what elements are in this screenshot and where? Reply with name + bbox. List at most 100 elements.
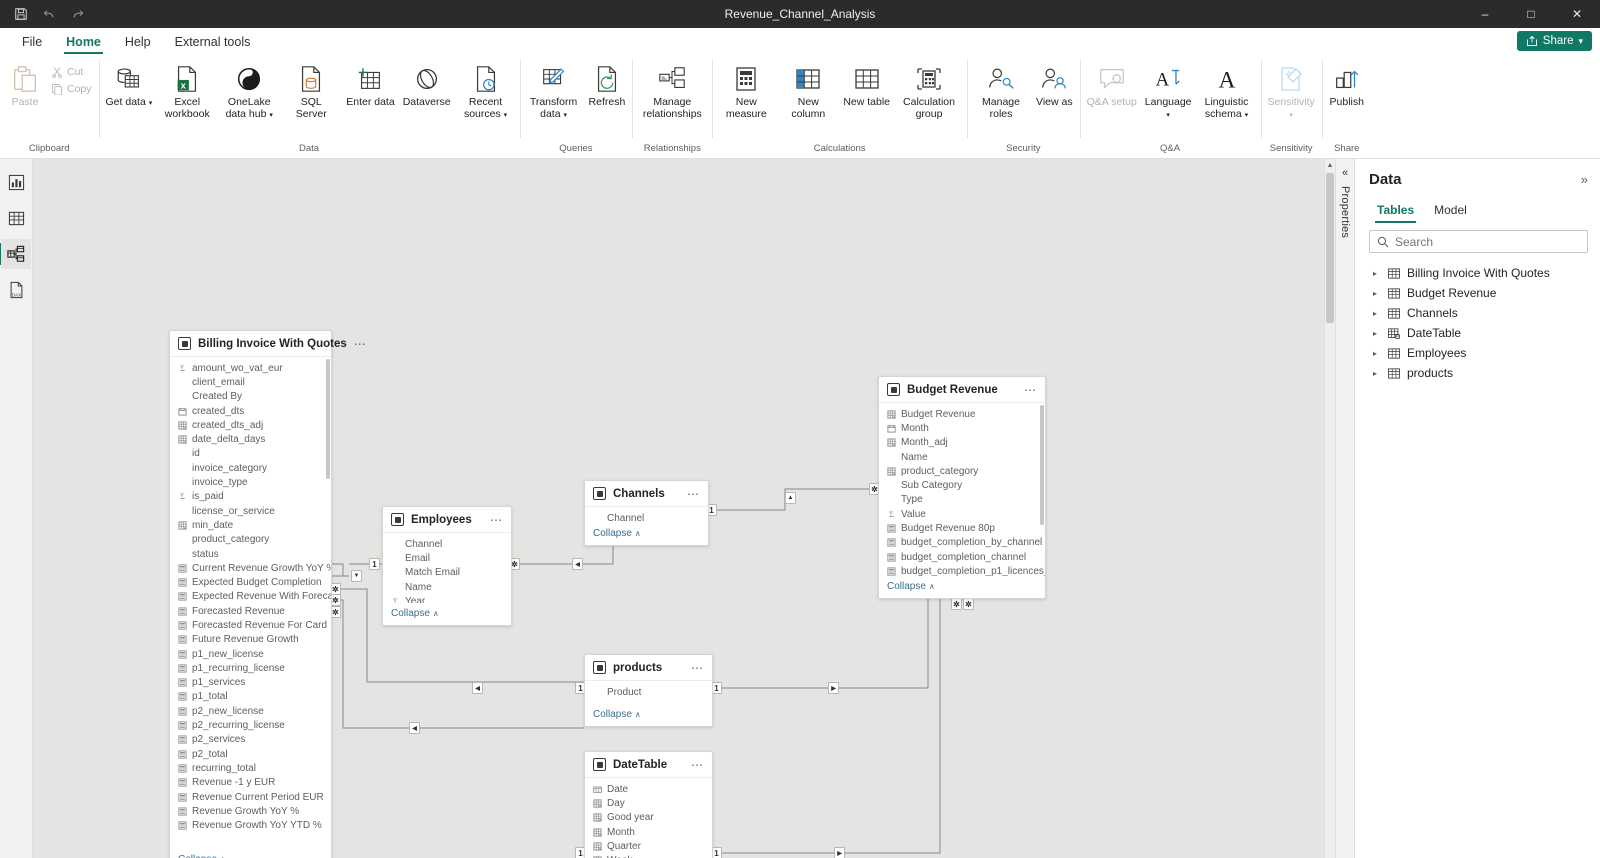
table-field-row[interactable]: Revenue Growth YoY YTD % — [170, 819, 331, 833]
properties-pane-collapsed[interactable]: « Properties — [1335, 159, 1354, 858]
minimize-button[interactable]: – — [1462, 0, 1508, 28]
table-field-row[interactable]: min_date — [170, 518, 331, 532]
refresh-button[interactable]: Refresh — [585, 59, 630, 108]
table-field-row[interactable]: invoice_category — [170, 461, 331, 475]
table-card-header[interactable]: products ⋯ — [585, 655, 712, 681]
table-field-row[interactable]: p1_total — [170, 690, 331, 704]
search-box[interactable] — [1369, 230, 1588, 253]
table-field-row[interactable]: Quarter — [585, 839, 712, 853]
model-table-card[interactable]: Billing Invoice With Quotes ⋯ Σamount_wo_v… — [169, 330, 366, 858]
save-icon[interactable] — [8, 3, 34, 25]
get-data-button[interactable]: Get data ▾ — [102, 59, 157, 108]
model-table-card[interactable]: Employees ⋯ Channel Email Match Email Name Σ Ye… — [382, 506, 512, 626]
enter-data-button[interactable]: Enter data — [342, 59, 398, 108]
cross-filter-arrow-icon[interactable]: ◀ — [409, 722, 420, 734]
table-field-row[interactable]: Future Revenue Growth — [170, 633, 331, 647]
maximize-button[interactable]: □ — [1508, 0, 1554, 28]
table-card-header[interactable]: Billing Invoice With Quotes ⋯ — [170, 331, 366, 357]
cross-filter-arrow-icon[interactable]: ◀ — [572, 558, 583, 570]
collapse-table-button[interactable]: Collapse∧ — [879, 576, 1045, 598]
more-options-icon[interactable]: ⋯ — [354, 338, 367, 350]
data-pane-table-item[interactable]: ▸ Billing Invoice With Quotes — [1355, 263, 1600, 283]
tab-tables[interactable]: Tables — [1369, 200, 1422, 223]
excel-workbook-button[interactable]: x Excel workbook — [156, 59, 218, 120]
table-field-row[interactable]: Name — [383, 580, 511, 594]
table-field-row[interactable]: Day — [585, 796, 712, 810]
new-table-button[interactable]: New table — [839, 59, 894, 108]
more-options-icon[interactable]: ⋯ — [687, 488, 700, 500]
cardinality-badge[interactable]: 1 — [369, 558, 380, 570]
table-field-row[interactable]: p2_new_license — [170, 704, 331, 718]
cross-filter-arrow-icon[interactable]: ▶ — [828, 682, 839, 694]
model-table-card[interactable]: DateTable ⋯ Date Day Good year Month QuarterWe… — [584, 751, 713, 858]
table-card-scrollbar[interactable] — [1040, 405, 1044, 576]
table-field-row[interactable]: budget_completion_p1_licences_new — [879, 564, 1045, 576]
table-field-row[interactable]: Current Revenue Growth YoY % — [170, 561, 331, 575]
cross-filter-arrow-icon[interactable]: ▼ — [351, 570, 362, 582]
paste-button[interactable]: Paste — [3, 59, 47, 108]
model-table-card[interactable]: products ⋯ Product Collapse ∧ — [584, 654, 713, 727]
table-field-row[interactable]: Expected Revenue With Forecast — [170, 590, 331, 604]
canvas-vertical-scrollbar[interactable]: ▲ ▼ — [1324, 159, 1335, 858]
table-field-row[interactable]: Month_adj — [879, 436, 1045, 450]
scrollbar-thumb[interactable] — [326, 359, 330, 479]
cardinality-badge[interactable]: ✲ — [963, 598, 974, 610]
view-as-button[interactable]: View as — [1032, 59, 1077, 108]
table-field-row[interactable]: Email — [383, 551, 511, 565]
table-field-row[interactable]: recurring_total — [170, 761, 331, 775]
table-field-row[interactable]: Month — [585, 825, 712, 839]
collapse-table-button[interactable]: Collapse∧ — [585, 523, 708, 545]
chevron-double-left-icon[interactable]: « — [1342, 167, 1348, 179]
sql-server-button[interactable]: SQL Server — [280, 59, 342, 120]
canvas-surface[interactable]: 1 ▼ ✲ ✲ ✲ ✲ ◀ 1 ▲ ✲ ✲ ✲ 1 ◀ 1 ▶ ◀ 1 1 ▶ … — [33, 159, 1335, 858]
more-options-icon[interactable]: ⋯ — [1024, 384, 1037, 396]
chevron-right-icon[interactable]: ▸ — [1373, 269, 1381, 278]
table-field-row[interactable]: Type — [879, 493, 1045, 507]
table-field-row[interactable]: p2_services — [170, 733, 331, 747]
tab-home[interactable]: Home — [54, 32, 113, 54]
onelake-data-hub-button[interactable]: OneLake data hub ▾ — [218, 59, 280, 120]
table-field-row[interactable]: p2_recurring_license — [170, 718, 331, 732]
more-options-icon[interactable]: ⋯ — [691, 759, 704, 771]
table-field-row[interactable]: p1_services — [170, 676, 331, 690]
table-field-row[interactable]: Product — [585, 685, 712, 699]
table-field-row[interactable]: Channel — [383, 537, 511, 551]
table-field-row[interactable]: product_category — [170, 533, 331, 547]
cardinality-badge[interactable]: ✲ — [951, 598, 962, 610]
transform-data-button[interactable]: Transform data ▾ — [523, 59, 585, 120]
table-field-row[interactable]: Revenue -1 y EUR — [170, 776, 331, 790]
redo-icon[interactable] — [64, 3, 90, 25]
table-card-header[interactable]: DateTable ⋯ — [585, 752, 712, 778]
table-field-row[interactable]: id — [170, 447, 331, 461]
undo-icon[interactable] — [36, 3, 62, 25]
chevron-right-icon[interactable]: ▸ — [1373, 369, 1381, 378]
data-pane-table-item[interactable]: ▸ products — [1355, 363, 1600, 383]
manage-relationships-button[interactable]: Manage relationships — [635, 59, 709, 120]
sidebar-item-report-view[interactable] — [1, 167, 31, 197]
table-field-row[interactable]: client_email — [170, 375, 331, 389]
chevron-right-icon[interactable]: ▸ — [1373, 289, 1381, 298]
language-button[interactable]: A Language ▾ — [1141, 59, 1196, 120]
table-field-row[interactable]: p2_total — [170, 747, 331, 761]
collapse-table-button[interactable]: Collapse∧ — [170, 849, 331, 858]
recent-sources-button[interactable]: Recent sources ▾ — [455, 59, 517, 120]
table-field-row[interactable]: Channel — [585, 511, 708, 523]
table-field-row[interactable]: Budget Revenue — [879, 407, 1045, 421]
cut-button[interactable]: Cut — [47, 65, 96, 79]
calculation-group-button[interactable]: Calculation group — [894, 59, 964, 120]
table-field-row[interactable]: created_dts — [170, 404, 331, 418]
table-card-header[interactable]: Channels ⋯ — [585, 481, 708, 507]
table-field-row[interactable]: Σis_paid — [170, 490, 331, 504]
collapse-table-button[interactable]: Collapse∧ — [383, 603, 511, 625]
table-field-row[interactable]: Forecasted Revenue For Card — [170, 618, 331, 632]
dataverse-button[interactable]: Dataverse — [399, 59, 455, 108]
cross-filter-arrow-icon[interactable]: ▲ — [785, 492, 796, 504]
model-table-card[interactable]: Budget Revenue ⋯ Budget Revenue Month Month_… — [878, 376, 1046, 599]
table-field-row[interactable]: Budget Revenue 80p — [879, 521, 1045, 535]
copy-button[interactable]: Copy — [47, 82, 96, 96]
tab-model[interactable]: Model — [1426, 200, 1475, 223]
table-field-row[interactable]: Σ Value — [879, 507, 1045, 521]
data-pane-table-item[interactable]: ▸ Employees — [1355, 343, 1600, 363]
table-field-row[interactable]: status — [170, 547, 331, 561]
linguistic-schema-button[interactable]: A Linguistic schema ▾ — [1196, 59, 1258, 120]
